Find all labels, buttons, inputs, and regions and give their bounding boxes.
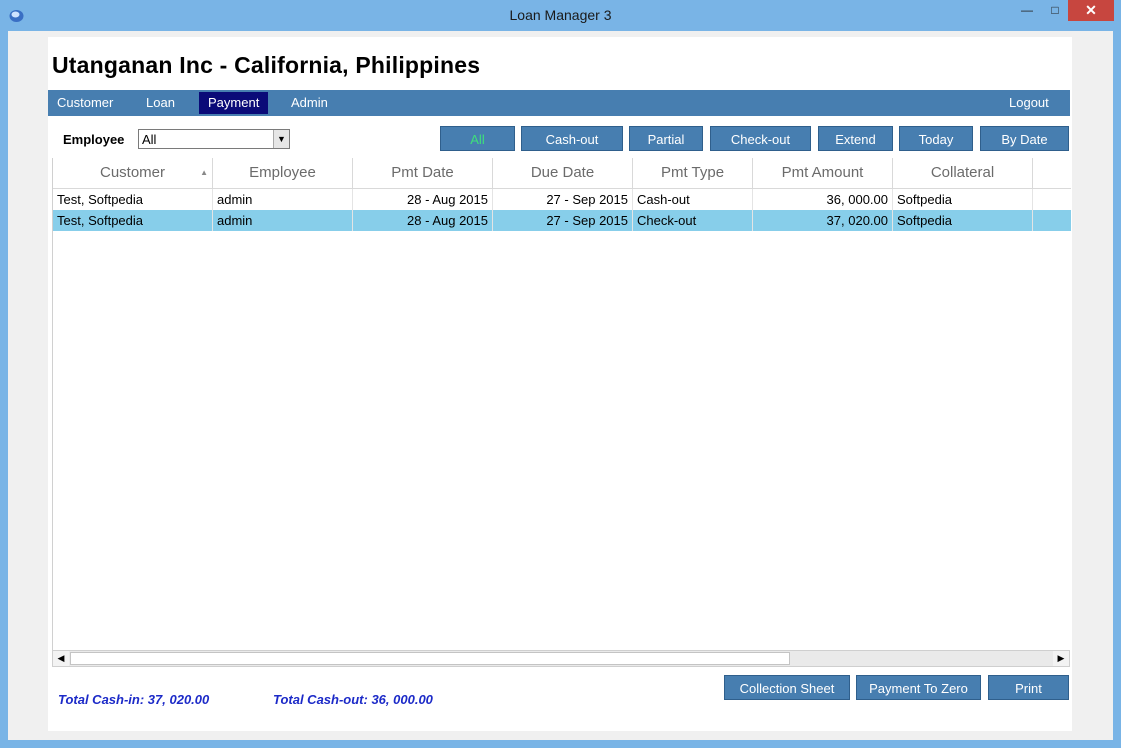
menu-admin[interactable]: Admin xyxy=(291,92,328,114)
cell-pmt-type: Cash-out xyxy=(633,189,753,210)
column-header-label: Customer xyxy=(99,164,166,181)
total-cash-in: Total Cash-in: 37, 020.00 xyxy=(58,692,210,707)
column-header-collateral[interactable]: Collateral xyxy=(893,158,1033,189)
filter-all-button[interactable]: All xyxy=(440,126,515,151)
client-area: Utanganan Inc - California, Philippines … xyxy=(8,31,1113,740)
cell-employee: admin xyxy=(213,210,353,231)
column-header-pmt-type[interactable]: Pmt Type xyxy=(633,158,753,189)
cell-collateral: Softpedia xyxy=(893,210,1033,231)
cell-customer: Test, Softpedia xyxy=(53,189,213,210)
filter-partial-button[interactable]: Partial xyxy=(629,126,703,151)
column-header-filler xyxy=(1033,158,1071,189)
chevron-down-icon[interactable]: ▼ xyxy=(273,130,289,148)
cell-pmt-amount: 37, 020.00 xyxy=(753,210,893,231)
column-header-due-date[interactable]: Due Date xyxy=(493,158,633,189)
column-header-customer[interactable]: Customer ▲ xyxy=(53,158,213,189)
filter-bydate-button[interactable]: By Date xyxy=(980,126,1069,151)
minimize-button[interactable]: — xyxy=(1012,0,1042,21)
cell-pmt-date: 28 - Aug 2015 xyxy=(353,210,493,231)
column-header-pmt-date[interactable]: Pmt Date xyxy=(353,158,493,189)
column-header-pmt-amount[interactable]: Pmt Amount xyxy=(753,158,893,189)
cell-pmt-type: Check-out xyxy=(633,210,753,231)
table-row-selected[interactable]: Test, Softpedia admin 28 - Aug 2015 27 -… xyxy=(53,210,1071,231)
total-cash-out: Total Cash-out: 36, 000.00 xyxy=(273,692,433,707)
maximize-button[interactable]: □ xyxy=(1041,0,1069,21)
title-bar: Loan Manager 3 — □ ✕ xyxy=(0,0,1121,31)
cell-collateral: Softpedia xyxy=(893,189,1033,210)
filter-extend-button[interactable]: Extend xyxy=(818,126,893,151)
menu-logout[interactable]: Logout xyxy=(1009,92,1049,114)
filter-today-button[interactable]: Today xyxy=(899,126,973,151)
cell-due-date: 27 - Sep 2015 xyxy=(493,210,633,231)
menu-payment[interactable]: Payment xyxy=(199,92,269,114)
filter-cashout-button[interactable]: Cash-out xyxy=(521,126,623,151)
filter-checkout-button[interactable]: Check-out xyxy=(710,126,811,151)
cell-pmt-amount: 36, 000.00 xyxy=(753,189,893,210)
scrollbar-thumb[interactable] xyxy=(70,652,790,665)
employee-select-value: All xyxy=(142,132,157,147)
window-title: Loan Manager 3 xyxy=(509,7,612,23)
menu-customer[interactable]: Customer xyxy=(57,92,113,114)
scroll-right-icon[interactable]: ▶ xyxy=(1053,651,1069,666)
cell-employee: admin xyxy=(213,189,353,210)
cell-due-date: 27 - Sep 2015 xyxy=(493,189,633,210)
menu-loan[interactable]: Loan xyxy=(146,92,175,114)
horizontal-scrollbar[interactable]: ◀ ▶ xyxy=(52,650,1070,667)
employee-filter-label: Employee xyxy=(63,132,125,147)
payment-to-zero-button[interactable]: Payment To Zero xyxy=(856,675,981,700)
app-window: Loan Manager 3 — □ ✕ Utanganan Inc - Cal… xyxy=(0,0,1121,748)
print-button[interactable]: Print xyxy=(988,675,1069,700)
scroll-left-icon[interactable]: ◀ xyxy=(53,651,69,666)
close-button[interactable]: ✕ xyxy=(1068,0,1114,21)
menu-bar: Customer Loan Payment Admin Logout xyxy=(48,90,1070,116)
cell-customer: Test, Softpedia xyxy=(53,210,213,231)
table-row[interactable]: Test, Softpedia admin 28 - Aug 2015 27 -… xyxy=(53,189,1071,210)
payments-table: Customer ▲ Employee Pmt Date Due Date Pm… xyxy=(52,158,1071,650)
company-title: Utanganan Inc - California, Philippines xyxy=(52,52,481,78)
sort-ascending-icon: ▲ xyxy=(200,168,208,177)
column-header-employee[interactable]: Employee xyxy=(213,158,353,189)
employee-select[interactable]: All ▼ xyxy=(138,129,290,149)
collection-sheet-button[interactable]: Collection Sheet xyxy=(724,675,850,700)
cell-pmt-date: 28 - Aug 2015 xyxy=(353,189,493,210)
main-panel: Utanganan Inc - California, Philippines … xyxy=(48,37,1072,731)
